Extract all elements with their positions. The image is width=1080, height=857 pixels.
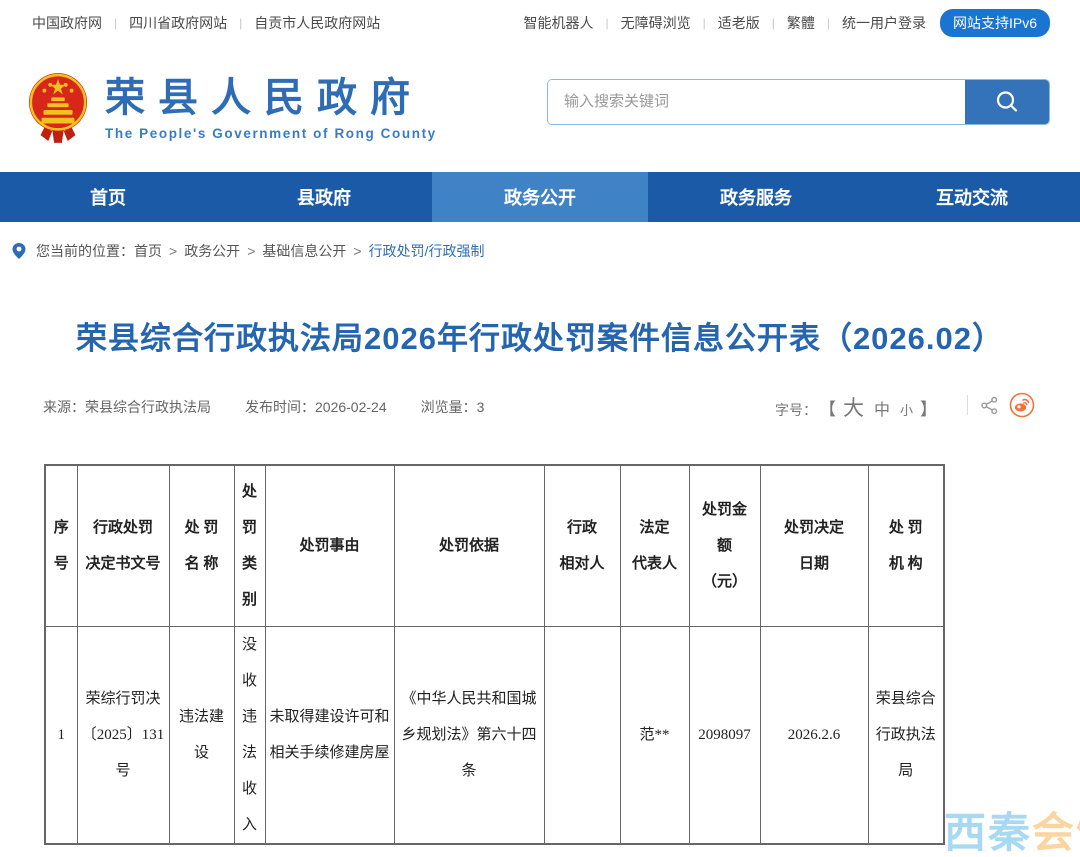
- ipv6-support-badge[interactable]: 网站支持IPv6: [940, 9, 1050, 37]
- breadcrumb-basic-info[interactable]: 基础信息公开: [262, 241, 346, 261]
- col-header-penalty-category: 处 罚 类 别: [234, 465, 265, 626]
- meta-view-count: 浏览量：3: [421, 397, 485, 417]
- col-header-legal-representative: 法定 代表人: [620, 465, 689, 626]
- font-size-small-button[interactable]: 小: [900, 400, 913, 419]
- site-name-english: The People's Government of Rong County: [105, 126, 437, 141]
- site-logo[interactable]: 荣县人民政府 The People's Government of Rong C…: [27, 71, 437, 147]
- font-size-large-button[interactable]: 大: [843, 392, 864, 422]
- cell-penalty-name: 违法建 设: [169, 626, 234, 844]
- breadcrumb-gov-disclosure[interactable]: 政务公开: [184, 241, 240, 261]
- link-sichuan-gov[interactable]: 四川省政府网站: [129, 13, 227, 33]
- col-header-decision-doc-number: 行政处罚 决定书文号: [77, 465, 169, 626]
- link-traditional-chinese[interactable]: 繁體: [787, 13, 815, 33]
- cell-administrative-counterpart: [544, 626, 620, 844]
- top-utility-bar: 中国政府网 | 四川省政府网站 | 自贡市人民政府网站 智能机器人 | 无障碍浏…: [0, 0, 1080, 45]
- link-china-gov[interactable]: 中国政府网: [32, 13, 102, 33]
- nav-tab-home[interactable]: 首页: [0, 172, 216, 222]
- col-header-administrative-counterpart: 行政 相对人: [544, 465, 620, 626]
- topbar-separator: |: [703, 16, 706, 30]
- location-pin-icon: [10, 242, 28, 260]
- link-accessibility[interactable]: 无障碍浏览: [621, 13, 691, 33]
- meta-source-value: 荣县综合行政执法局: [85, 399, 211, 415]
- national-emblem-icon: [27, 71, 89, 147]
- bracket-close: 】: [920, 395, 937, 420]
- cell-penalty-basis: 《中华人民共和国城 乡规划法》第六十四 条: [394, 626, 544, 844]
- topbar-separator: |: [827, 16, 830, 30]
- table-header-row: 序 号 行政处罚 决定书文号 处 罚 名 称 处 罚 类 别 处罚事由 处罚依据…: [45, 465, 944, 626]
- breadcrumb-home[interactable]: 首页: [134, 241, 162, 261]
- cell-penalty-amount: 2098097: [689, 626, 760, 844]
- article-meta: 来源：荣县综合行政执法局 发布时间：2026-02-24 浏览量：3 字号： 【…: [0, 392, 1080, 422]
- search-button[interactable]: [965, 80, 1049, 124]
- topbar-separator: |: [605, 16, 608, 30]
- penalty-disclosure-table: 序 号 行政处罚 决定书文号 处 罚 名 称 处 罚 类 别 处罚事由 处罚依据…: [44, 464, 945, 845]
- link-smart-robot[interactable]: 智能机器人: [523, 13, 593, 33]
- topbar-separator: |: [239, 16, 242, 30]
- meta-publish-value: 2026-02-24: [315, 399, 387, 415]
- masthead: 荣县人民政府 The People's Government of Rong C…: [0, 45, 1080, 172]
- col-header-decision-date: 处罚决定 日期: [760, 465, 868, 626]
- meta-source-label: 来源：: [43, 399, 85, 415]
- watermark-part2: 会馆: [1032, 809, 1080, 856]
- font-size-medium-button[interactable]: 中: [874, 396, 890, 420]
- nav-tab-government-services[interactable]: 政务服务: [648, 172, 864, 222]
- nav-tab-government-affairs-disclosure[interactable]: 政务公开: [432, 172, 648, 222]
- link-unified-login[interactable]: 统一用户登录: [842, 13, 926, 33]
- divider: [967, 395, 968, 415]
- col-header-penalty-name: 处 罚 名 称: [169, 465, 234, 626]
- cell-penalty-agency: 荣县综合 行政执法 局: [868, 626, 944, 844]
- font-size-label: 字号：: [775, 400, 817, 420]
- topbar-separator: |: [114, 16, 117, 30]
- site-name: 荣县人民政府: [105, 76, 437, 120]
- main-nav: 首页 县政府 政务公开 政务服务 互动交流: [0, 172, 1080, 222]
- topbar-separator: |: [772, 16, 775, 30]
- cell-decision-date: 2026.2.6: [760, 626, 868, 844]
- cell-serial-number: 1: [45, 626, 77, 844]
- col-header-penalty-agency: 处 罚 机 构: [868, 465, 944, 626]
- breadcrumb-prefix: 您当前的位置：: [36, 241, 134, 261]
- meta-source: 来源：荣县综合行政执法局: [43, 397, 211, 417]
- cell-decision-doc-number: 荣综行罚决 〔2025〕131 号: [77, 626, 169, 844]
- nav-tab-county-government[interactable]: 县政府: [216, 172, 432, 222]
- cell-penalty-reason: 未取得建设许可和 相关手续修建房屋: [265, 626, 394, 844]
- watermark-part1: 西秦: [944, 809, 1032, 856]
- page-title: 荣县综合行政执法局2026年行政处罚案件信息公开表（2026.02）: [0, 313, 1080, 358]
- topbar-left-links: 中国政府网 | 四川省政府网站 | 自贡市人民政府网站: [32, 13, 380, 33]
- breadcrumb-separator: >: [353, 243, 361, 259]
- col-header-penalty-basis: 处罚依据: [394, 465, 544, 626]
- link-zigong-gov[interactable]: 自贡市人民政府网站: [254, 13, 380, 33]
- penalty-table-container: 序 号 行政处罚 决定书文号 处 罚 名 称 处 罚 类 别 处罚事由 处罚依据…: [44, 464, 1080, 845]
- nav-tab-interaction[interactable]: 互动交流: [864, 172, 1080, 222]
- breadcrumb-separator: >: [247, 243, 255, 259]
- topbar-right-links: 智能机器人 | 无障碍浏览 | 适老版 | 繁體 | 统一用户登录 网站支持IP…: [523, 9, 1050, 37]
- table-row: 1 荣综行罚决 〔2025〕131 号 违法建 设 没 收 违 法 收 入 未取…: [45, 626, 944, 844]
- site-title-block: 荣县人民政府 The People's Government of Rong C…: [105, 76, 437, 141]
- breadcrumb-admin-penalty[interactable]: 行政处罚/行政强制: [369, 241, 485, 261]
- col-header-penalty-amount: 处罚金 额 （元）: [689, 465, 760, 626]
- col-header-serial-number: 序 号: [45, 465, 77, 626]
- site-watermark: 西秦会馆: [944, 810, 1080, 856]
- col-header-penalty-reason: 处罚事由: [265, 465, 394, 626]
- breadcrumb-separator: >: [169, 243, 177, 259]
- meta-publish-label: 发布时间：: [245, 399, 315, 415]
- article-meta-left: 来源：荣县综合行政执法局 发布时间：2026-02-24 浏览量：3: [43, 397, 518, 417]
- cell-legal-representative: 范**: [620, 626, 689, 844]
- search-input[interactable]: [548, 80, 965, 124]
- cell-penalty-category: 没 收 违 法 收 入: [234, 626, 265, 844]
- share-icon[interactable]: [980, 396, 999, 415]
- share-group: [955, 392, 1035, 418]
- bracket-open: 【: [819, 395, 836, 420]
- breadcrumb: 您当前的位置： 首页 > 政务公开 > 基础信息公开 > 行政处罚/行政强制: [0, 233, 1080, 269]
- font-size-control: 字号： 【 大 中 小 】: [775, 392, 1035, 422]
- link-elderly-version[interactable]: 适老版: [718, 13, 760, 33]
- search-icon: [994, 89, 1020, 115]
- weibo-share-icon[interactable]: [1009, 392, 1035, 418]
- meta-views-label: 浏览量：: [421, 399, 477, 415]
- site-search: [547, 79, 1050, 125]
- meta-views-value: 3: [477, 399, 485, 415]
- meta-publish-date: 发布时间：2026-02-24: [245, 397, 387, 417]
